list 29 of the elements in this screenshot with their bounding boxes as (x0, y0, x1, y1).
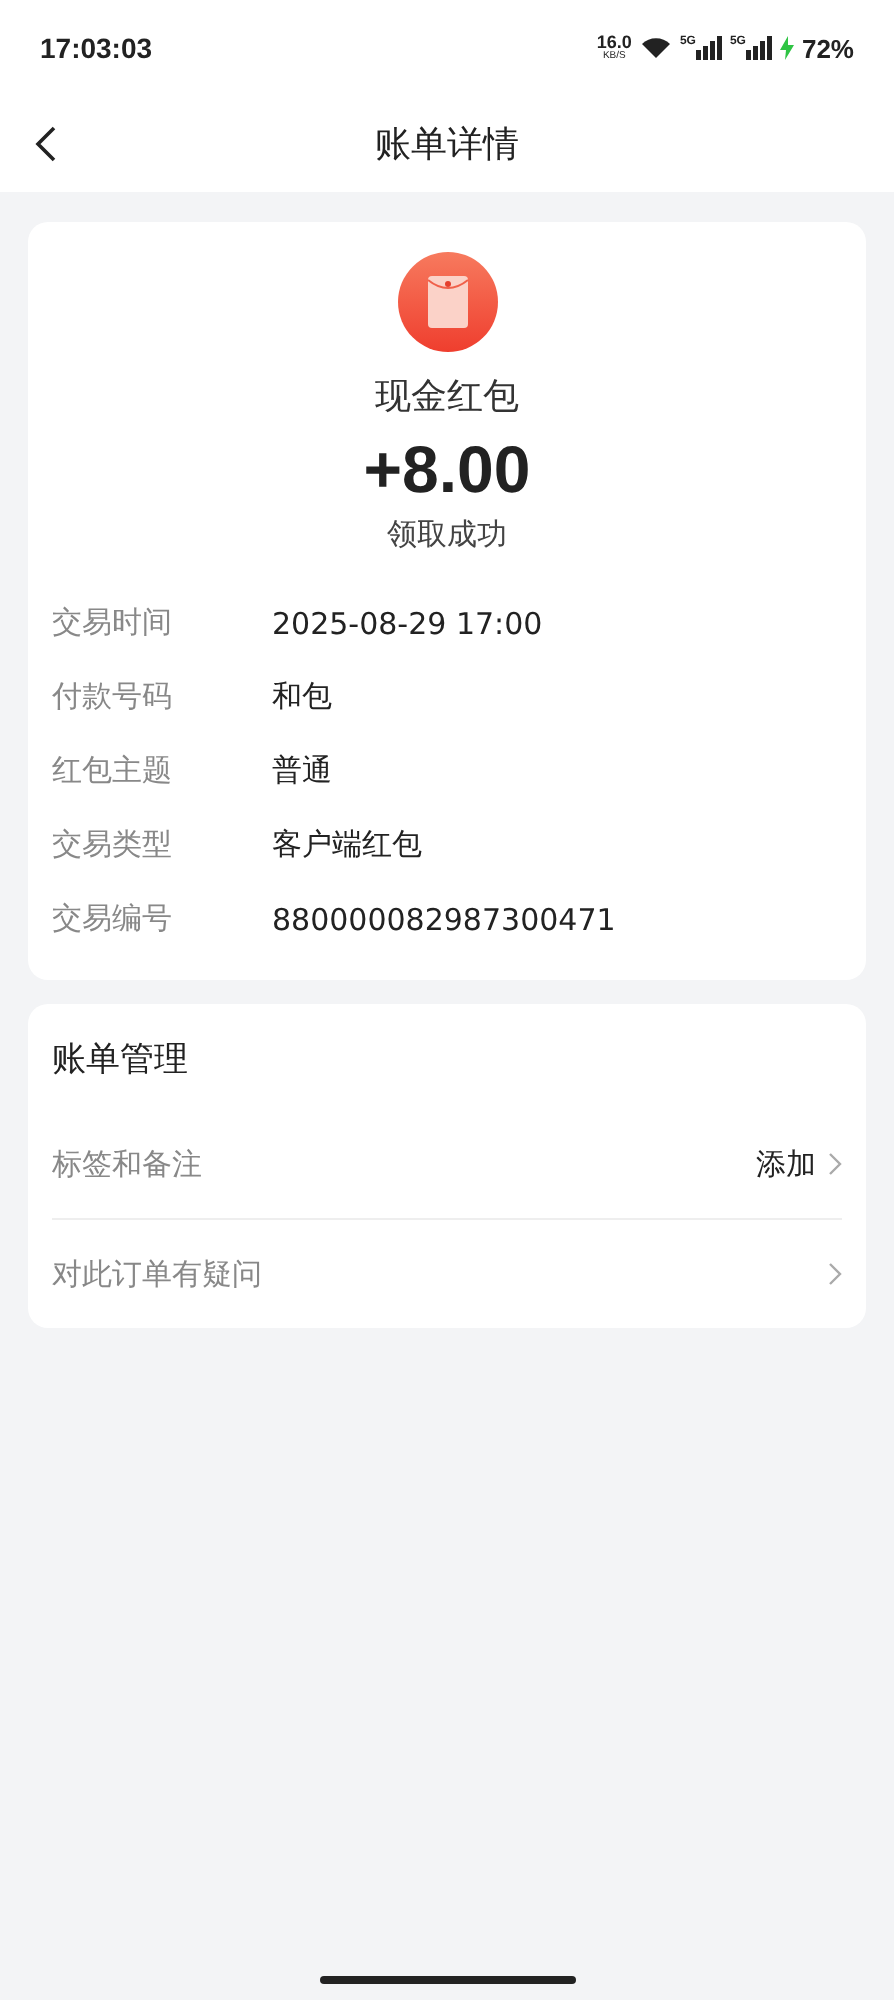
detail-value: 2025-08-29 17:00 (272, 605, 543, 641)
chevron-icon (828, 1262, 842, 1286)
detail-label: 付款号码 (52, 678, 174, 716)
detail-value: 和包 (272, 678, 332, 716)
transaction-status: 领取成功 (387, 516, 507, 554)
status-time: 17:03:03 (40, 32, 153, 64)
menu-item[interactable]: 标签和备注 (52, 1145, 744, 1183)
detail-label: 交易编号 (52, 900, 174, 938)
add-link[interactable]: 添加 (756, 1145, 816, 1183)
chevron-icon (828, 1152, 842, 1176)
detail-label: 交易时间 (52, 604, 174, 642)
page-title: 账单详情 (375, 122, 519, 168)
detail-value: 880000082987300471 (272, 901, 616, 937)
signal-icon (745, 36, 772, 60)
transaction-title: 现金红包 (375, 374, 519, 420)
back-button[interactable] (34, 126, 58, 162)
detail-label: 红包主题 (52, 752, 174, 790)
menu-item[interactable]: 对此订单有疑问 (52, 1255, 816, 1293)
amount: +8.00 (363, 432, 531, 508)
wifi-icon (639, 36, 672, 60)
battery-level: 72% (801, 33, 854, 63)
envelope-icon (397, 252, 497, 352)
signal-icon (695, 36, 722, 60)
detail-value: 客户端红包 (272, 826, 422, 864)
charging-icon (779, 36, 794, 60)
network-speed: 16.0 (596, 34, 632, 52)
detail-value: 普通 (272, 752, 332, 790)
section-title: 账单管理 (52, 1038, 190, 1084)
detail-label: 交易类型 (52, 826, 174, 864)
